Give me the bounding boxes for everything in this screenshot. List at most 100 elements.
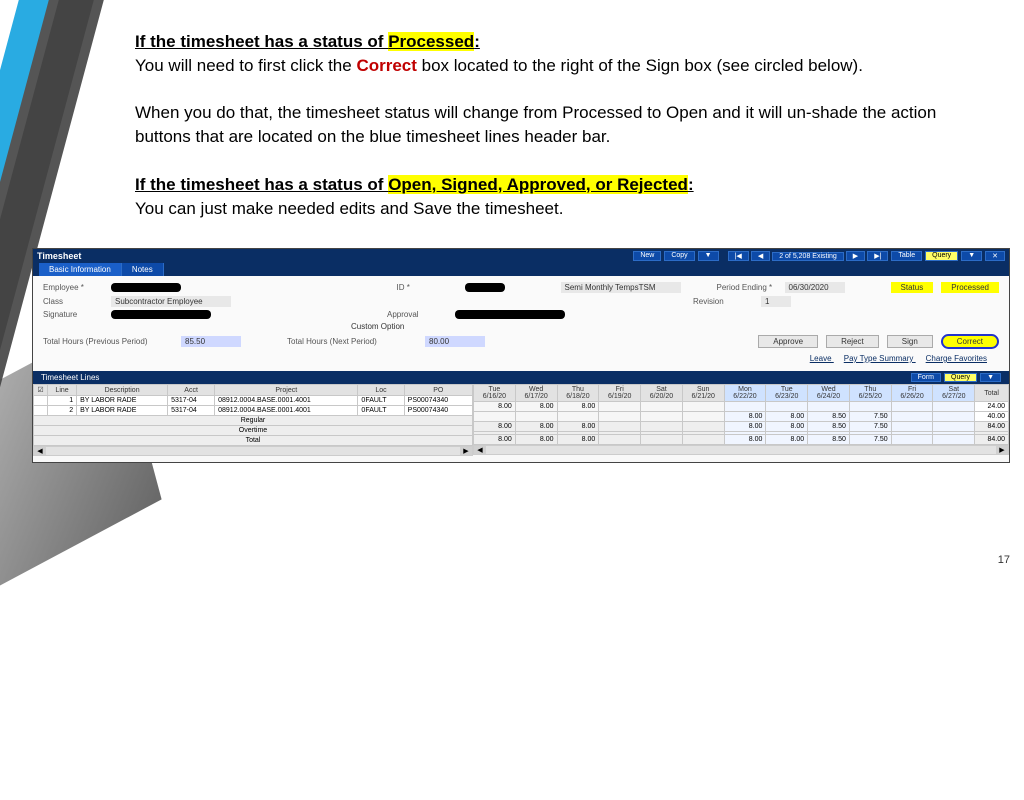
p2: When you do that, the timesheet status w…	[135, 101, 994, 149]
copy-button[interactable]: Copy	[664, 251, 694, 261]
hour-cell[interactable]	[641, 402, 683, 412]
class-value[interactable]: Subcontractor Employee	[111, 296, 231, 307]
page-number: 17	[998, 554, 1010, 566]
charge-favorites-link[interactable]: Charge Favorites	[926, 354, 987, 363]
last-icon[interactable]: ▶|	[867, 251, 888, 261]
col-line: Line	[48, 385, 77, 396]
hour-cell[interactable]: 8.00	[557, 435, 599, 445]
hour-cell[interactable]: 8.00	[557, 402, 599, 412]
leave-link[interactable]: Leave	[810, 354, 832, 363]
hour-cell[interactable]	[891, 412, 933, 422]
row-total: 84.00	[975, 435, 1009, 445]
hour-cell[interactable]	[599, 402, 641, 412]
next-icon[interactable]: ▶	[846, 251, 865, 261]
hour-cell[interactable]	[933, 422, 975, 432]
hour-cell[interactable]	[599, 435, 641, 445]
new-button[interactable]: New	[633, 251, 661, 261]
hour-cell[interactable]: 7.50	[849, 422, 891, 432]
dropdown-icon[interactable]: ▼	[980, 373, 1001, 382]
prev-icon[interactable]: ◀	[751, 251, 770, 261]
hour-cell[interactable]	[599, 412, 641, 422]
id-label: ID *	[397, 283, 457, 292]
tab-bar: Basic Information Notes	[33, 263, 1009, 276]
hour-cell[interactable]: 8.00	[557, 422, 599, 432]
hour-cell[interactable]	[641, 435, 683, 445]
hour-cell[interactable]: 8.00	[766, 412, 808, 422]
approve-button[interactable]: Approve	[758, 335, 818, 348]
table-row[interactable]: 2 BY LABOR RADE 5317-04 08912.0004.BASE.…	[34, 406, 473, 416]
hour-cell[interactable]	[474, 412, 516, 422]
hour-cell[interactable]: 8.00	[515, 435, 557, 445]
lines-form-button[interactable]: Form	[911, 373, 941, 382]
lines-query-button[interactable]: Query	[944, 373, 977, 382]
hour-cell[interactable]: 8.00	[515, 422, 557, 432]
hour-cell[interactable]	[808, 402, 850, 412]
table-row[interactable]: 1 BY LABOR RADE 5317-04 08912.0004.BASE.…	[34, 396, 473, 406]
dropdown-icon[interactable]: ▼	[698, 251, 719, 261]
hour-cell[interactable]: 8.50	[808, 412, 850, 422]
hour-cell[interactable]	[933, 412, 975, 422]
custom-option-label: Custom Option	[351, 322, 404, 331]
col-date: Sat6/20/20	[641, 385, 683, 402]
hour-cell[interactable]	[515, 412, 557, 422]
period-ending-value[interactable]: 06/30/2020	[785, 282, 845, 293]
heading1-prefix: If the timesheet has a status of	[135, 32, 388, 51]
first-icon[interactable]: |◀	[728, 251, 749, 261]
pay-type-summary-link[interactable]: Pay Type Summary	[844, 354, 914, 363]
hour-cell[interactable]	[557, 412, 599, 422]
hour-cell[interactable]	[682, 422, 724, 432]
overtime-label: Overtime	[34, 426, 473, 436]
tab-notes[interactable]: Notes	[122, 263, 164, 276]
hour-cell[interactable]: 8.50	[808, 422, 850, 432]
hour-cell[interactable]: 8.00	[724, 412, 766, 422]
hour-cell[interactable]	[891, 435, 933, 445]
query-button[interactable]: Query	[925, 251, 958, 261]
dropdown-icon[interactable]: ▼	[961, 251, 982, 261]
hour-cell[interactable]	[682, 402, 724, 412]
col-date: Sun6/21/20	[682, 385, 724, 402]
hour-cell[interactable]	[933, 402, 975, 412]
h-scrollbar-left[interactable]: ◀▶	[33, 446, 473, 456]
hour-cell[interactable]: 8.00	[474, 422, 516, 432]
next-hours-value: 80.00	[425, 336, 485, 347]
hour-cell[interactable]: 7.50	[849, 412, 891, 422]
reject-button[interactable]: Reject	[826, 335, 879, 348]
hour-cell[interactable]	[682, 435, 724, 445]
total-label: Total	[34, 436, 473, 446]
revision-label: Revision	[693, 297, 753, 306]
hour-cell[interactable]: 8.00	[474, 402, 516, 412]
app-screenshot: Timesheet New Copy ▼ |◀ ◀ 2 of 5,208 Exi…	[32, 248, 1010, 463]
hour-cell[interactable]	[682, 412, 724, 422]
hour-cell[interactable]	[724, 402, 766, 412]
hour-cell[interactable]: 8.00	[474, 435, 516, 445]
schedule-field[interactable]: Semi Monthly TempsTSM	[561, 282, 681, 293]
close-icon[interactable]: ✕	[985, 251, 1005, 261]
timesheet-grid: ☑ Line Description Acct Project Loc PO 1…	[33, 384, 1009, 456]
hour-cell[interactable]	[933, 435, 975, 445]
hour-cell[interactable]	[641, 412, 683, 422]
hour-cell[interactable]: 8.50	[808, 435, 850, 445]
hour-cell[interactable]	[849, 402, 891, 412]
hour-cell[interactable]	[891, 402, 933, 412]
next-hours-label: Total Hours (Next Period)	[287, 337, 417, 346]
hour-cell[interactable]	[891, 422, 933, 432]
hour-cell[interactable]: 8.00	[766, 422, 808, 432]
h-scrollbar-right[interactable]: ◀▶	[473, 445, 1009, 455]
sign-button[interactable]: Sign	[887, 335, 933, 348]
hour-cell[interactable]: 7.50	[849, 435, 891, 445]
p3: You can just make needed edits and Save …	[135, 197, 994, 221]
hour-cell[interactable]	[766, 402, 808, 412]
hour-cell[interactable]: 8.00	[724, 422, 766, 432]
tab-basic-info[interactable]: Basic Information	[39, 263, 122, 276]
correct-button[interactable]: Correct	[941, 334, 999, 349]
hour-cell[interactable]: 8.00	[766, 435, 808, 445]
table-button[interactable]: Table	[891, 251, 922, 261]
id-value-redacted	[465, 283, 505, 292]
col-project: Project	[215, 385, 358, 396]
hour-cell[interactable]: 8.00	[724, 435, 766, 445]
hour-cell[interactable]	[599, 422, 641, 432]
hour-cell[interactable]	[641, 422, 683, 432]
hour-cell[interactable]: 8.00	[515, 402, 557, 412]
col-date: Wed6/24/20	[808, 385, 850, 402]
employee-value-redacted	[111, 283, 181, 292]
